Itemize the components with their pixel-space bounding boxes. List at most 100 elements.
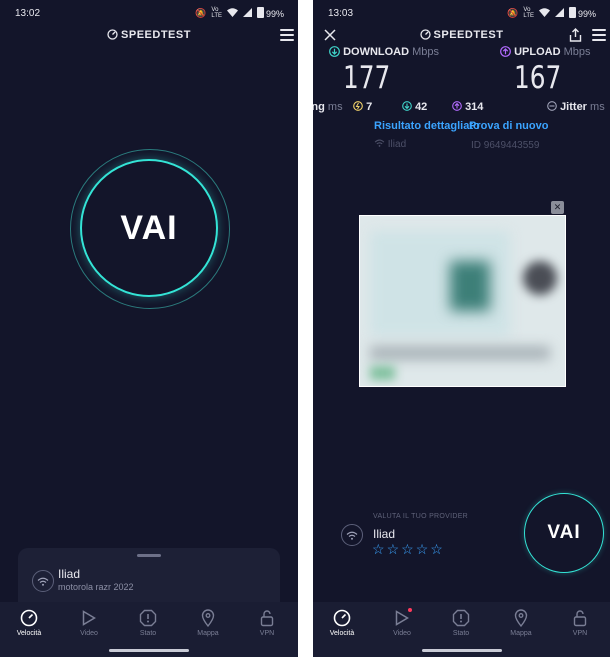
nav-map[interactable]: Mappa (183, 608, 233, 637)
download-arrow-icon (329, 46, 340, 57)
result-provider: Iliad (374, 139, 406, 150)
nav-speed-label: Velocità (16, 630, 42, 637)
menu-icon[interactable] (280, 29, 294, 41)
nav-video[interactable]: Video (377, 608, 427, 637)
wifi-icon (341, 524, 363, 546)
nav-vpn[interactable]: VPN (242, 608, 292, 637)
star-icon[interactable]: ☆ (416, 541, 431, 557)
ping-upload-value: 314 (465, 101, 484, 113)
nav-video-label: Video (393, 630, 411, 637)
alert-icon (123, 608, 173, 628)
device-name: motorola razr 2022 (58, 582, 134, 592)
ping-idle-icon (353, 101, 363, 111)
status-icons: 🔕 Vo LTE 99% (195, 7, 284, 19)
signal-icon (242, 7, 252, 19)
volte-icon: Vo LTE (211, 7, 222, 19)
go-button-label: VAI (120, 208, 178, 247)
ping-idle: 7 (353, 101, 372, 113)
upload-unit: Mbps (563, 46, 591, 58)
result-provider-name: Iliad (387, 139, 407, 150)
advertisement-image[interactable] (359, 215, 566, 387)
jitter-label: Jitter (560, 101, 587, 113)
home-indicator[interactable] (109, 649, 189, 652)
go-button[interactable]: VAI (524, 493, 604, 573)
speedtest-logo: SPEEDTEST (0, 29, 298, 41)
jitter-icon (547, 101, 557, 111)
nav-map-label: Mappa (510, 630, 532, 637)
retry-link[interactable]: Prova di nuovo (469, 120, 548, 132)
star-icon[interactable]: ☆ (401, 541, 416, 557)
detailed-result-link[interactable]: Risultato dettagliato (374, 120, 480, 132)
nav-video[interactable]: Video (64, 608, 114, 637)
star-icon[interactable]: ☆ (372, 541, 387, 557)
ping-upload: 314 (452, 101, 483, 113)
battery-icon (568, 7, 576, 18)
ad-close-button[interactable]: ✕ (551, 201, 564, 214)
download-value: 177 (343, 60, 391, 96)
star-icon[interactable]: ☆ (387, 541, 402, 557)
nav-vpn[interactable]: VPN (555, 608, 605, 637)
home-indicator[interactable] (421, 649, 502, 652)
play-icon (64, 608, 114, 628)
battery-icon (256, 7, 264, 18)
upload-header: UPLOAD Mbps (500, 46, 590, 58)
alert-icon (436, 608, 486, 628)
menu-icon[interactable] (592, 29, 606, 41)
battery-status: 99% (256, 7, 284, 19)
speedometer-icon (4, 608, 54, 628)
go-button[interactable]: VAI (80, 159, 218, 297)
rate-provider-label: VALUTA IL TUO PROVIDER (373, 513, 469, 520)
signal-icon (554, 7, 564, 19)
nav-status[interactable]: Stato (123, 608, 173, 637)
map-pin-icon (183, 608, 233, 628)
nav-speed[interactable]: Velocità (317, 608, 367, 637)
wifi-status-icon (226, 7, 238, 19)
nav-status[interactable]: Stato (436, 608, 486, 637)
nav-video-label: Video (80, 630, 98, 637)
bottom-navigation: Velocità Video Stato Mappa VPN (0, 602, 298, 657)
status-bar: 13:03 🔕 Vo LTE 99% (313, 0, 610, 28)
nav-map[interactable]: Mappa (496, 608, 546, 637)
upload-arrow-icon (500, 46, 511, 57)
bottom-navigation: Velocità Video Stato Mappa VPN (313, 602, 610, 657)
lock-icon (242, 608, 292, 628)
upload-value: 167 (514, 60, 562, 96)
nav-vpn-label: VPN (259, 630, 275, 637)
status-bar: 13:02 🔕 Vo LTE 99% (0, 0, 298, 28)
download-unit: Mbps (412, 46, 440, 58)
ping-label: Ping (313, 101, 325, 113)
ping-download-value: 42 (415, 101, 428, 113)
wifi-icon (32, 570, 54, 592)
rating-stars[interactable]: ☆☆☆☆☆ (372, 541, 445, 558)
logo-text: SPEEDTEST (433, 29, 504, 41)
share-icon[interactable] (569, 28, 582, 47)
wifi-small-icon (374, 139, 385, 147)
ping-unit: ms (327, 101, 343, 113)
mute-icon: 🔕 (507, 7, 519, 18)
battery-status: 99% (568, 7, 596, 19)
nav-speed[interactable]: Velocità (4, 608, 54, 637)
phone-screen-result: 13:03 🔕 Vo LTE 99% SPEEDTEST DOWNLOAD Mbp… (313, 0, 610, 657)
battery-percent: 99% (265, 9, 284, 19)
gauge-logo-icon (419, 29, 431, 40)
mute-icon: 🔕 (195, 7, 207, 18)
nav-status-label: Stato (139, 630, 157, 637)
status-time: 13:02 (15, 8, 41, 19)
star-icon[interactable]: ☆ (430, 541, 445, 557)
card-drag-handle[interactable] (137, 554, 161, 557)
ping-download: 42 (402, 101, 427, 113)
map-pin-icon (496, 608, 546, 628)
ping-upload-icon (452, 101, 462, 111)
provider-name: Iliad (58, 567, 81, 581)
result-id: ID 9649443559 (471, 140, 540, 151)
status-icons: 🔕 Vo LTE 99% (507, 7, 596, 19)
gauge-logo-icon (107, 29, 118, 40)
notification-dot (408, 608, 412, 612)
upload-label: UPLOAD (514, 46, 561, 58)
nav-status-label: Stato (452, 630, 470, 637)
lock-icon (555, 608, 605, 628)
download-header: DOWNLOAD Mbps (329, 46, 439, 58)
status-time: 13:03 (328, 8, 354, 19)
jitter-unit: ms (590, 101, 605, 113)
battery-percent: 99% (577, 9, 596, 19)
